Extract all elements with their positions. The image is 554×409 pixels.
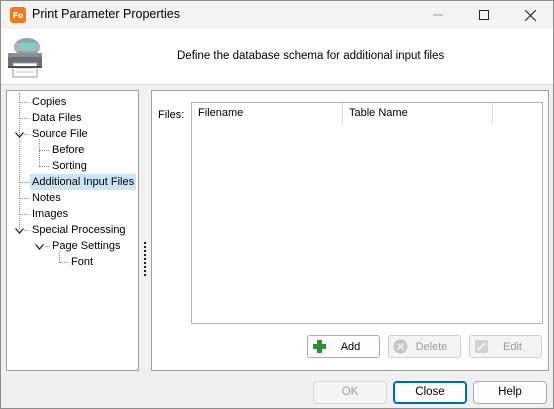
tree-line	[24, 134, 29, 135]
edit-button-label: Edit	[503, 340, 522, 353]
tree-line	[19, 102, 29, 103]
tree-item-source-file[interactable]: Source File	[30, 126, 90, 142]
tree-line	[19, 118, 29, 119]
close-window-button[interactable]	[507, 1, 553, 29]
tree-line	[39, 150, 49, 151]
tree-line	[19, 214, 29, 215]
files-label: Files:	[158, 109, 185, 121]
tree-item-data-files[interactable]: Data Files	[30, 110, 84, 126]
column-header-table-name[interactable]: Table Name	[343, 103, 493, 124]
tree-item-additional-input-files[interactable]: Additional Input Files	[30, 174, 137, 190]
printer-icon	[8, 38, 42, 78]
column-header-filename[interactable]: Filename	[192, 103, 343, 124]
tree-item-sorting[interactable]: Sorting	[50, 158, 89, 174]
tree-line	[39, 139, 40, 166]
close-icon	[524, 9, 536, 21]
properties-dialog: Fo Print Parameter Properties Define the…	[0, 0, 554, 409]
tree-line	[19, 182, 29, 183]
chevron-down-icon	[15, 131, 24, 138]
tree-item-page-settings[interactable]: Page Settings	[50, 238, 123, 254]
files-list[interactable]: Filename Table Name	[191, 102, 543, 324]
tree-item-special-processing[interactable]: Special Processing	[30, 222, 128, 238]
minimize-button[interactable]	[415, 1, 461, 29]
tree-item-images[interactable]: Images	[30, 206, 70, 222]
title-bar[interactable]: Fo Print Parameter Properties	[1, 1, 553, 29]
close-button[interactable]: Close	[393, 381, 467, 404]
tree-item-before[interactable]: Before	[50, 142, 86, 158]
chevron-down-icon	[35, 243, 44, 250]
tree-line	[39, 166, 49, 167]
tree-line	[24, 230, 29, 231]
tree-item-font[interactable]: Font	[69, 254, 95, 270]
expand-special-processing-toggle[interactable]	[15, 226, 24, 235]
header-description: Define the database schema for additiona…	[177, 50, 445, 62]
expand-source-file-toggle[interactable]	[15, 130, 24, 139]
window-title: Print Parameter Properties	[32, 7, 180, 21]
ok-button[interactable]: OK	[313, 381, 387, 404]
add-button[interactable]: Add	[307, 335, 380, 358]
tree-item-copies[interactable]: Copies	[30, 94, 68, 110]
help-button[interactable]: Help	[473, 381, 547, 404]
tree-line	[59, 262, 69, 263]
chevron-down-icon	[15, 227, 24, 234]
app-icon: Fo	[10, 7, 26, 23]
tree-item-notes[interactable]: Notes	[30, 190, 63, 206]
header-band: Define the database schema for additiona…	[1, 29, 553, 85]
delete-button-label: Delete	[415, 340, 448, 353]
tree-line	[19, 93, 20, 229]
expand-page-settings-toggle[interactable]	[35, 242, 44, 251]
maximize-button[interactable]	[461, 1, 507, 29]
splitter-handle[interactable]	[144, 242, 146, 276]
minimize-icon	[433, 14, 443, 16]
maximize-icon	[479, 10, 489, 20]
additional-input-files-panel: Files: Filename Table Name Add Delete Ed…	[151, 90, 549, 371]
add-button-label: Add	[340, 340, 361, 353]
edit-button[interactable]: Edit	[469, 335, 542, 358]
settings-tree[interactable]: Copies Data Files Source File Before Sor…	[6, 90, 139, 371]
tree-line	[19, 198, 29, 199]
delete-button[interactable]: Delete	[388, 335, 461, 358]
